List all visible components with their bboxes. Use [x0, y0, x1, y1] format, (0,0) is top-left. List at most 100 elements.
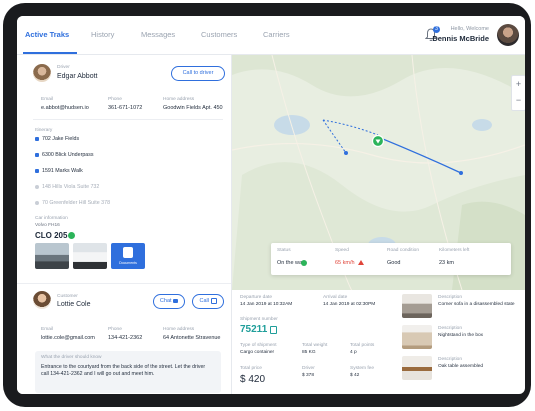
km-label: Kilometers left — [439, 248, 470, 253]
product-desc: Nightstand in the box — [438, 333, 484, 338]
truck-photo[interactable] — [35, 243, 69, 269]
phone-icon — [210, 297, 217, 304]
weight-value: 85 KG — [302, 350, 316, 355]
call-customer-button[interactable]: Call — [192, 294, 224, 309]
product-image[interactable] — [402, 325, 432, 349]
tab-messages[interactable]: Messages — [141, 30, 175, 39]
itinerary-marker — [35, 169, 39, 173]
documents-tile[interactable]: Documents — [111, 243, 145, 269]
divider — [17, 283, 231, 284]
product-desc-label: Description — [438, 357, 462, 362]
truck-photo[interactable] — [73, 243, 107, 269]
customer-phone-label: Phone — [108, 327, 122, 332]
warning-triangle-icon — [358, 260, 364, 265]
customer-role-label: Customer — [57, 294, 78, 299]
user-name[interactable]: Dennis McBride — [432, 34, 489, 43]
itinerary-marker — [35, 137, 39, 141]
system-fee-label: System fee — [350, 366, 374, 371]
product-image[interactable] — [402, 356, 432, 380]
product-desc-label: Description — [438, 295, 462, 300]
itinerary-marker — [35, 153, 39, 157]
driver-role-label: Driver — [57, 65, 70, 70]
document-icon — [123, 247, 133, 258]
trip-status-card: Status On the way Speed 65 km/h Road con… — [271, 243, 511, 275]
customer-name: Lottie Cole — [57, 301, 91, 308]
product-desc-label: Description — [438, 326, 462, 331]
road-value: Good — [387, 260, 401, 266]
user-avatar[interactable] — [497, 24, 519, 46]
driver-avatar — [33, 64, 51, 82]
copy-icon[interactable] — [270, 326, 277, 334]
product-list: Description Corner sofa in a disassemble… — [400, 290, 525, 394]
departure-label: Departure date — [240, 295, 272, 300]
driver-phone-label: Phone — [108, 97, 122, 102]
price-label: Total price — [240, 366, 262, 371]
driver-email[interactable]: e.abbot@hudsen.io — [41, 105, 89, 111]
status-label: Status — [277, 248, 291, 253]
customer-phone[interactable]: 134-421-2362 — [108, 335, 142, 341]
type-value: Cargo container — [240, 350, 275, 355]
tab-history[interactable]: History — [91, 30, 114, 39]
customer-email-label: Email — [41, 327, 53, 332]
product-desc: Corner sofa in a disassembled state — [438, 302, 515, 307]
product-image[interactable] — [402, 294, 432, 318]
weight-label: Total weight — [302, 343, 328, 348]
speed-value: 65 km/h — [335, 260, 355, 266]
note-text: Entrance to the courtyard from the back … — [41, 364, 206, 377]
customer-avatar — [33, 291, 51, 309]
welcome-text: Hello, Welcome — [450, 26, 489, 32]
tab-active-traks[interactable]: Active Traks — [25, 30, 69, 39]
tablet-frame: Active Traks History Messages Customers … — [3, 3, 531, 407]
customer-email[interactable]: lottie.cole@gmail.com — [41, 335, 95, 341]
driver-home: Goodwin Fields Apt. 450 — [163, 105, 223, 111]
verified-check-icon — [68, 232, 75, 244]
call-driver-button[interactable]: Call to driver — [171, 66, 225, 81]
zoom-out-button[interactable]: − — [512, 92, 525, 108]
arrival-label: Arrival date — [323, 295, 348, 300]
chat-icon — [173, 298, 179, 303]
itinerary-marker — [35, 201, 39, 205]
shipment-info: Departure date 14 Jan 2019 at 10:32AM Ar… — [232, 290, 400, 394]
itinerary-stop: 702 Jake Fields — [42, 136, 80, 142]
call-label: Call — [199, 298, 209, 304]
speed-label: Speed — [335, 248, 349, 253]
driver-pay-label: Driver — [302, 366, 315, 371]
car-info-label: Car information — [35, 216, 68, 221]
active-tab-indicator — [23, 52, 77, 54]
driver-phone[interactable]: 361-671-1072 — [108, 105, 142, 111]
itinerary-label: Itinerary — [35, 128, 53, 133]
itinerary-stop: 148 Hills Viola Suite 732 — [42, 184, 100, 190]
system-fee-value: $ 42 — [350, 373, 360, 378]
arrival-value: 14 Jan 2019 at 02:30PM — [323, 302, 376, 307]
documents-label: Documents — [119, 261, 137, 265]
points-label: Total points — [350, 343, 375, 348]
top-navigation: Active Traks History Messages Customers … — [17, 16, 525, 55]
itinerary-stop: 6300 Blick Underpass — [42, 152, 94, 158]
driver-name: Edgar Abbott — [57, 73, 98, 80]
price-value: $ 420 — [240, 374, 266, 385]
driver-note-box: What the driver should know Entrance to … — [35, 351, 221, 393]
itinerary-stop: 1591 Marks Walk — [42, 168, 83, 174]
zoom-in-button[interactable]: + — [512, 76, 525, 92]
notification-badge: 3 — [433, 26, 440, 33]
itinerary-stop: 70 Greenfelder Hill Suite 378 — [42, 200, 111, 206]
product-desc: Oak table assembled — [438, 364, 484, 369]
status-ok-icon — [301, 260, 307, 266]
itinerary-marker — [35, 185, 39, 189]
customer-home-label: Home address — [163, 327, 195, 332]
customer-home: 64 Antonette Stravenue — [163, 335, 221, 341]
chat-label: Chat — [159, 298, 172, 304]
type-label: Type of shipment — [240, 343, 277, 348]
points-value: 4 p — [350, 350, 357, 355]
shipment-number-label: Shipment number — [240, 317, 278, 322]
chat-button[interactable]: Chat — [153, 294, 185, 309]
car-model: Volvo FH16 — [35, 223, 60, 228]
app-screen: Active Traks History Messages Customers … — [17, 16, 525, 394]
tab-customers[interactable]: Customers — [201, 30, 237, 39]
zoom-controls: + − — [511, 75, 525, 111]
note-label: What the driver should know — [41, 355, 102, 360]
driver-home-label: Home address — [163, 97, 195, 102]
driver-pay-value: $ 378 — [302, 373, 315, 378]
tab-carriers[interactable]: Carriers — [263, 30, 290, 39]
shipment-number: 75211 — [240, 324, 268, 335]
